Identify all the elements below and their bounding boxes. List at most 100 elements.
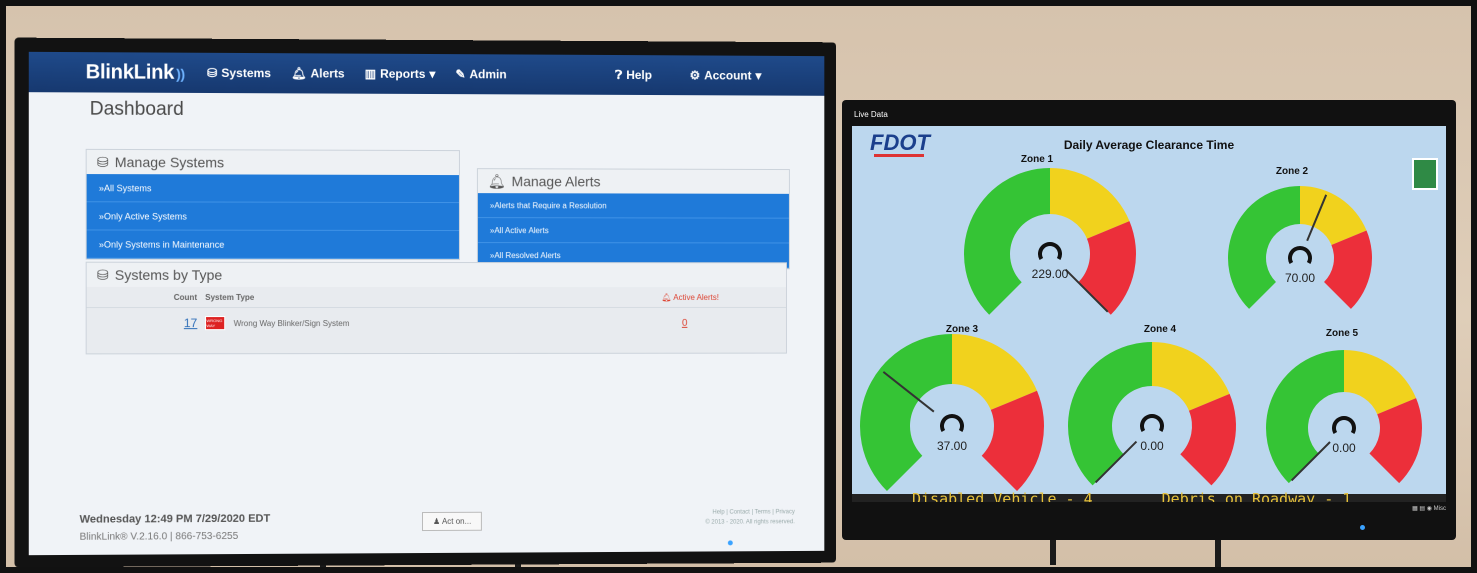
col-count: Count [173, 292, 198, 302]
col-active-alerts: 🔔︎ Active Alerts! [661, 293, 718, 302]
gauge-green-band [1228, 186, 1300, 309]
manage-alerts-header: 🔔︎ Manage Alerts [477, 169, 789, 194]
nav-admin[interactable]: ✎ Admin [455, 67, 506, 81]
gear-icon: ⚙ [689, 68, 701, 83]
server-icon: ⛁ [96, 153, 109, 170]
gauge-value: 70.00 [1285, 271, 1315, 285]
systems-by-type-title: Systems by Type [114, 266, 223, 283]
user-icon: ♟ [432, 516, 441, 526]
gauge-green-band [1068, 342, 1152, 486]
nav-account[interactable]: ⚙ Account ▾ [690, 68, 762, 83]
manage-alerts-panel: 🔔︎ Manage Alerts » Alerts that Require a … [476, 168, 790, 270]
clearance-dashboard: FDOT Daily Average Clearance Time 229.00… [852, 126, 1446, 502]
footer-links: Help | Contact | Terms | Privacy © 2013 … [705, 507, 794, 527]
zone-label: Zone 2 [1276, 166, 1309, 177]
page-title: Dashboard [89, 98, 184, 121]
zone-label: Zone 4 [1144, 324, 1177, 335]
signal-icon: )) [176, 65, 185, 82]
link-only-maintenance-systems[interactable]: » Only Systems in Maintenance [86, 230, 459, 260]
gauge-hub [1038, 242, 1062, 260]
server-icon: ⛁ [96, 266, 109, 283]
top-navbar: BlinkLink)) ⛁ Systems 🔔︎ Alerts ▥ Reports ▾ … [28, 51, 825, 96]
gauge-green-band [860, 334, 952, 492]
nav-systems-label: Systems [221, 65, 272, 81]
gauge-hub [940, 414, 964, 432]
col-active-alerts-label: Active Alerts! [673, 292, 719, 302]
live-data-label: Live Data [854, 110, 888, 119]
ticker-item: Debris on Roadway - 1 [1161, 490, 1352, 502]
gauge-green-band [964, 168, 1050, 315]
manage-systems-header: ⛁ Manage Systems [86, 149, 459, 176]
act-on-label: Act on... [441, 516, 472, 526]
systems-by-type-header: ⛁ Systems by Type [86, 262, 786, 288]
footer-links-text[interactable]: Help | Contact | Terms | Privacy [705, 507, 794, 517]
footer-copyright: © 2013 - 2020. All rights reserved. [705, 519, 795, 526]
table-header: Count System Type 🔔︎ Active Alerts! [87, 287, 786, 307]
link-only-active-systems[interactable]: » Only Active Systems [86, 202, 459, 232]
footer-version[interactable]: BlinkLink® V.2.16.0 | 866-753-6255 [80, 531, 271, 543]
server-icon: ⛁ [207, 65, 218, 80]
alert-ticker: Disabled Vehicle - 4 Debris on Roadway -… [912, 490, 1411, 502]
manage-systems-panel: ⛁ Manage Systems » All Systems » Only Act… [85, 148, 460, 261]
tray-icons: ▦ ▤ ◉ [1412, 506, 1432, 512]
gauge-value: 229.00 [1032, 267, 1069, 281]
gauge-panel: 229.00 Zone 1 70.00 Zone 2 37.00 Zone 3 0.00 Zo… [860, 154, 1422, 492]
gauge-value: 0.00 [1140, 439, 1164, 453]
gauge-value: 0.00 [1332, 441, 1356, 455]
link-label: Alerts that Require a Resolution [494, 200, 607, 210]
zone-label: Zone 5 [1326, 328, 1359, 339]
gauge-hub [1140, 414, 1164, 432]
act-on-button[interactable]: ♟ Act on... [422, 511, 483, 532]
tray-label: Misc [1433, 506, 1446, 512]
right-monitor: Live Data FDOT Daily Average Clearance T… [842, 100, 1456, 540]
active-alerts-link[interactable]: 0 [682, 317, 687, 328]
left-monitor: BlinkLink)) ⛁ Systems 🔔︎ Alerts ▥ Reports ▾ … [14, 37, 837, 568]
nav-reports[interactable]: ▥ Reports ▾ [365, 67, 436, 81]
power-led [727, 540, 733, 546]
nav-help-label: Help [626, 68, 652, 83]
link-all-active-alerts[interactable]: » All Active Alerts [477, 218, 789, 244]
link-alerts-require-resolution[interactable]: » Alerts that Require a Resolution [477, 193, 789, 219]
nav-account-label: Account [704, 68, 752, 83]
systems-by-type-panel: ⛁ Systems by Type Count System Type 🔔︎ Ac… [85, 261, 787, 355]
nav-alerts-label: Alerts [310, 66, 345, 81]
col-system-type: System Type [205, 292, 255, 302]
wrong-way-sign-icon: WRONG WAY [205, 316, 226, 331]
nav-admin-label: Admin [469, 67, 507, 82]
blinklink-dashboard: BlinkLink)) ⛁ Systems 🔔︎ Alerts ▥ Reports ▾ … [28, 51, 825, 556]
gauge-hub [1288, 246, 1312, 264]
manage-systems-title: Manage Systems [114, 153, 225, 171]
zone-label: Zone 3 [946, 324, 979, 335]
chart-icon: ▥ [364, 66, 377, 81]
wrench-icon: ✎ [455, 67, 466, 82]
nav-reports-label: Reports [380, 66, 426, 81]
gauge-value: 37.00 [937, 439, 967, 453]
footer-datetime: Wednesday 12:49 PM 7/29/2020 EDT [79, 512, 271, 526]
gauge-green-band [1266, 350, 1344, 484]
bell-icon: 🔔︎ [291, 66, 307, 81]
ticker-item: Disabled Vehicle - 4 [912, 490, 1093, 502]
system-type-label: Wrong Way Blinker/Sign System [233, 318, 350, 328]
table-row: 17 WRONG WAY Wrong Way Blinker/Sign Syst… [86, 306, 786, 339]
power-led [1360, 525, 1365, 530]
zone-label: Zone 1 [1021, 154, 1054, 165]
caret-down-icon: ▾ [755, 68, 762, 83]
nav-systems[interactable]: ⛁ Systems [207, 66, 271, 80]
nav-help[interactable]: ❓︎ Help [615, 67, 652, 82]
link-label: All Resolved Alerts [494, 250, 561, 260]
count-link[interactable]: 17 [184, 316, 197, 330]
link-label: Only Active Systems [103, 210, 187, 222]
question-circle-icon: ❓︎ [615, 67, 623, 82]
manage-alerts-title: Manage Alerts [511, 173, 601, 190]
brand-logo[interactable]: BlinkLink)) [86, 61, 185, 85]
link-all-systems[interactable]: » All Systems [86, 174, 459, 204]
bell-icon: 🔔︎ [487, 172, 506, 189]
caret-down-icon: ▾ [429, 67, 436, 82]
link-label: Only Systems in Maintenance [103, 239, 225, 250]
gauge-hub [1332, 416, 1356, 434]
link-label: All Active Alerts [494, 225, 549, 235]
tray-area: ▦ ▤ ◉ Misc [1412, 505, 1446, 512]
footer-info: Wednesday 12:49 PM 7/29/2020 EDT BlinkLi… [80, 513, 271, 543]
nav-alerts[interactable]: 🔔︎ Alerts [291, 66, 344, 80]
bell-icon: 🔔︎ [661, 292, 672, 302]
